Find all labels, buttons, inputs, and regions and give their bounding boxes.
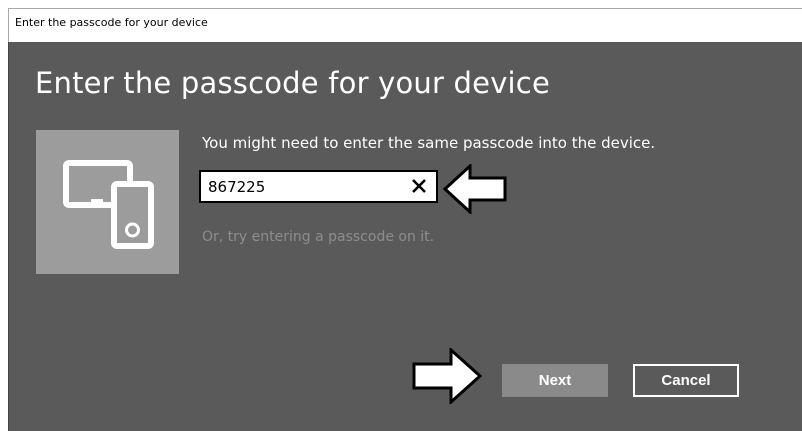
title-bar: Enter the passcode for your device (8, 8, 802, 42)
clear-passcode-button[interactable] (408, 175, 430, 197)
window-title: Enter the passcode for your device (15, 16, 208, 29)
arrow-annotation-icon (412, 348, 483, 404)
close-icon (412, 179, 426, 193)
device-tile (36, 130, 179, 274)
passcode-dialog: Enter the passcode for your device You m… (8, 42, 802, 431)
next-button[interactable]: Next (502, 364, 608, 397)
hint-text: Or, try entering a passcode on it. (202, 229, 435, 245)
passcode-window: Enter the passcode for your device Enter… (0, 0, 802, 431)
devices-icon (63, 160, 154, 249)
arrow-annotation-icon (443, 164, 507, 214)
passcode-field[interactable] (199, 170, 438, 203)
cancel-button[interactable]: Cancel (633, 364, 739, 397)
dialog-heading: Enter the passcode for your device (35, 66, 550, 100)
instruction-text: You might need to enter the same passcod… (202, 134, 656, 152)
passcode-input[interactable] (208, 177, 398, 197)
